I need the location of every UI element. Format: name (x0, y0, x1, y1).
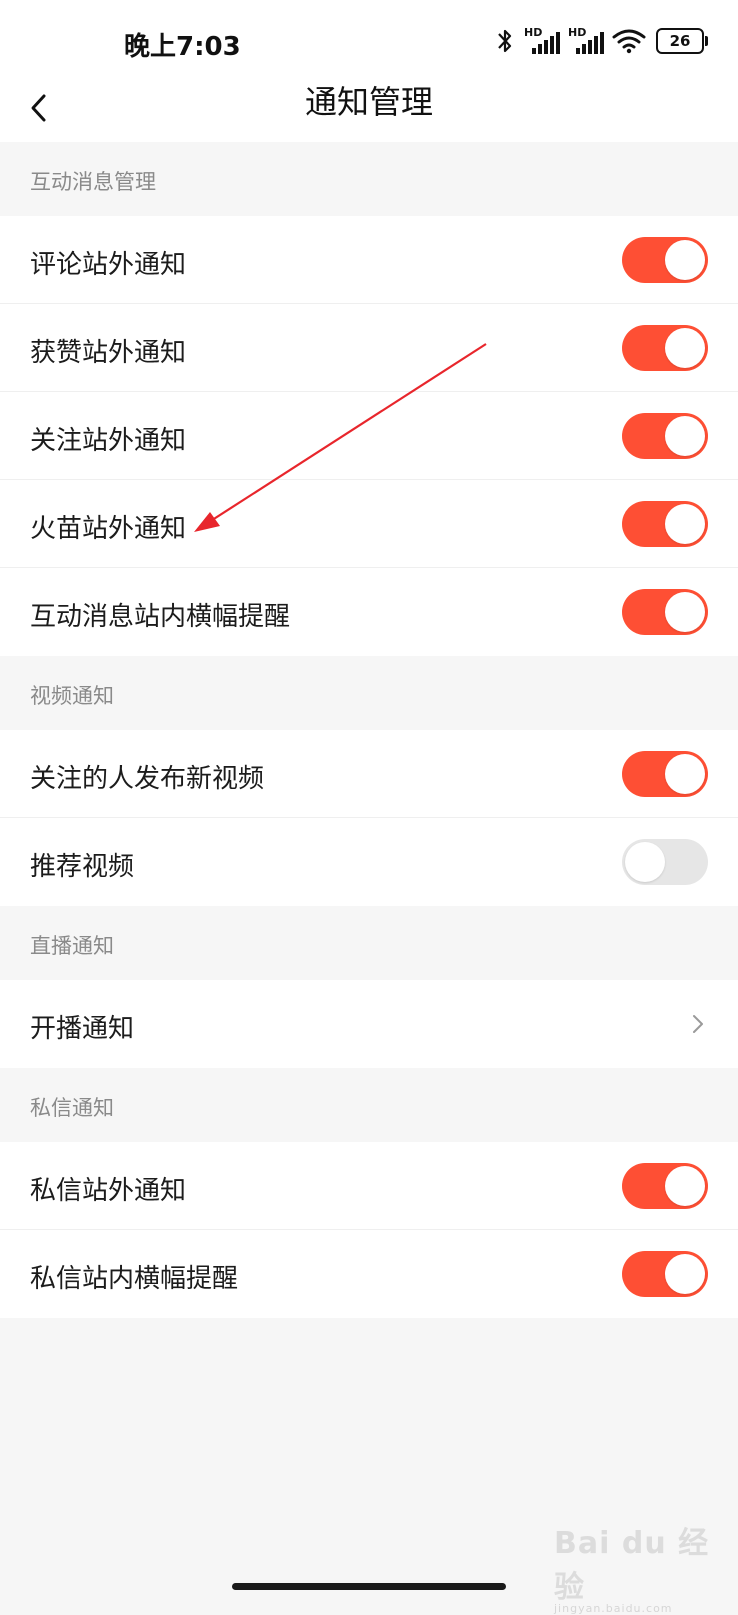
toggle-switch[interactable] (622, 751, 708, 797)
setting-row-follow[interactable]: 关注站外通知 (0, 392, 738, 480)
setting-row-pm-outside[interactable]: 私信站外通知 (0, 1142, 738, 1230)
setting-label: 关注站外通知 (30, 426, 187, 456)
chevron-right-icon (693, 1015, 703, 1033)
setting-row-pm-banner[interactable]: 私信站内横幅提醒 (0, 1230, 738, 1318)
section-header-private-message: 私信通知 (0, 1068, 738, 1142)
setting-label: 私信站内横幅提醒 (30, 1264, 239, 1294)
bluetooth-icon (498, 29, 512, 53)
section-header-interaction: 互动消息管理 (0, 142, 738, 216)
setting-row-interaction-banner[interactable]: 互动消息站内横幅提醒 (0, 568, 738, 656)
toggle-switch[interactable] (622, 1163, 708, 1209)
section-header-video: 视频通知 (0, 656, 738, 730)
signal-1-icon: HD (524, 26, 560, 56)
setting-row-recommended-video[interactable]: 推荐视频 (0, 818, 738, 906)
toggle-switch[interactable] (622, 589, 708, 635)
home-indicator[interactable] (232, 1583, 506, 1590)
setting-row-flame[interactable]: 火苗站外通知 (0, 480, 738, 568)
watermark-logo: Bai du 经验 jingyan.baidu.com (554, 1526, 710, 1615)
status-icons: HD HD 26 (496, 24, 708, 58)
setting-row-followed-new-video[interactable]: 关注的人发布新视频 (0, 730, 738, 818)
toggle-switch[interactable] (622, 1251, 708, 1297)
setting-label: 推荐视频 (30, 852, 135, 882)
setting-label: 评论站外通知 (30, 250, 187, 280)
toggle-switch[interactable] (622, 237, 708, 283)
signal-2-icon: HD (568, 26, 604, 56)
setting-label: 火苗站外通知 (30, 514, 187, 544)
setting-label: 私信站外通知 (30, 1176, 187, 1206)
setting-row-comment[interactable]: 评论站外通知 (0, 216, 738, 304)
toggle-switch[interactable] (622, 501, 708, 547)
setting-row-live-start[interactable]: 开播通知 (0, 980, 738, 1068)
battery-icon: 26 (656, 28, 708, 54)
setting-label: 开播通知 (30, 1014, 135, 1044)
status-time: 晚上7:03 (124, 32, 241, 62)
setting-row-likes[interactable]: 获赞站外通知 (0, 304, 738, 392)
toggle-switch[interactable] (622, 413, 708, 459)
wifi-icon (612, 29, 646, 54)
toggle-switch[interactable] (622, 839, 708, 885)
setting-label: 获赞站外通知 (30, 338, 187, 368)
setting-label: 互动消息站内横幅提醒 (30, 602, 291, 632)
status-bar: 晚上7:03 HD HD 26 (0, 0, 738, 82)
page-title: 通知管理 (304, 83, 433, 121)
toggle-switch[interactable] (622, 325, 708, 371)
section-header-live: 直播通知 (0, 906, 738, 980)
setting-label: 关注的人发布新视频 (30, 764, 265, 794)
nav-bar: 通知管理 (0, 82, 738, 143)
